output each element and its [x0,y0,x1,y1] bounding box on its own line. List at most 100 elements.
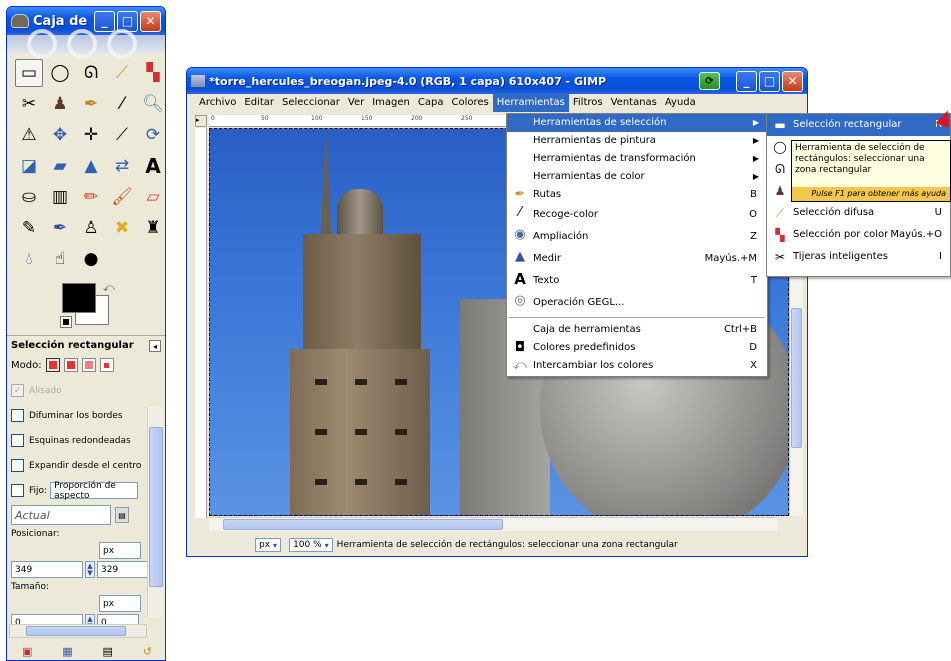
foreground-select-tool-icon[interactable]: ♟ [46,90,74,118]
perspective-clone-tool-icon[interactable]: ♜ [139,214,165,242]
select-by-color-tool-icon[interactable]: ▚ [139,59,165,87]
swap-colors-icon[interactable]: ⤺ [103,281,115,295]
smudge-tool-icon[interactable]: ☝ [46,245,74,273]
blend-tool-icon[interactable]: ▥ [46,183,74,211]
image-hscrollbar[interactable] [209,517,777,531]
free-select-tool-icon[interactable]: ᘏ [77,59,105,87]
rounded-corners-option[interactable]: Esquinas redondeadas [11,428,161,453]
zoom-select[interactable]: 100 % ▾ [289,538,333,552]
menu-item-text[interactable]: A Texto T [507,270,767,292]
menu-herramientas[interactable]: Herramientas [492,94,569,112]
feather-option[interactable]: Difuminar los bordes [11,403,161,428]
menu-item-color-tools[interactable]: Herramientas de color ▶ [507,168,767,186]
menu-item-swap-colors[interactable]: ⤺ Intercambiar los colores X [507,357,767,375]
img-close-button[interactable]: ✕ [782,70,803,92]
airbrush-tool-icon[interactable]: ✎ [15,214,43,242]
color-picker-tool-icon[interactable]: ⁄ [108,90,136,118]
menu-item-toolbox[interactable]: Caja de herramientas Ctrl+B [507,321,767,339]
expand-center-checkbox[interactable] [11,459,24,472]
mode-intersect-icon[interactable] [99,358,114,372]
menu-item-default-colors[interactable]: ◘ Colores predefinidos D [507,339,767,357]
flip-tool-icon[interactable]: ⇄ [108,152,136,180]
menu-ayuda[interactable]: Ayuda [661,94,700,112]
mode-add-icon[interactable] [63,358,78,372]
img-maximize-button[interactable]: □ [759,70,780,92]
position-x-field[interactable]: 349 [11,561,83,578]
align-tool-icon[interactable]: ✛ [77,121,105,149]
menu-item-gegl[interactable]: ◎ Operación GEGL... [507,292,767,314]
fuzzy-select-tool-icon[interactable]: ⟋ [108,59,136,87]
close-button[interactable]: ✕ [140,10,161,32]
restore-options-icon[interactable]: ◂ [149,340,161,352]
submenu-item-fuzzy-select[interactable]: ⟋ Selección difusa U [767,202,950,224]
foreground-color-swatch[interactable] [62,283,96,313]
menu-item-paint-tools[interactable]: Herramientas de pintura ▶ [507,132,767,150]
mode-subtract-icon[interactable] [81,358,96,372]
rounded-corners-checkbox[interactable] [11,434,24,447]
expand-center-option[interactable]: Expandir desde el centro [11,453,161,478]
ink-tool-icon[interactable]: ✒ [46,214,74,242]
menu-imagen[interactable]: Imagen [368,94,414,112]
green-app-icon[interactable]: ⟳ [699,72,720,90]
menu-item-paths[interactable]: ✒ Rutas B [507,186,767,204]
eraser-tool-icon[interactable]: ▱ [139,183,165,211]
delete-options-icon[interactable]: ▤ [103,645,113,658]
crop-tool-icon[interactable]: ⟋ [108,121,136,149]
menu-archivo[interactable]: Archivo [195,94,240,112]
scale-tool-icon[interactable]: ◪ [15,152,43,180]
restore-options-button-icon[interactable]: ▦ [62,645,72,658]
fixed-checkbox[interactable] [11,484,24,497]
menu-colores[interactable]: Colores [447,94,492,112]
submenu-item-color-select[interactable]: ▚ Selección por color Mayús.+O [767,224,950,246]
img-minimize-button[interactable]: _ [736,70,757,92]
ellipse-select-tool-icon[interactable]: ◯ [46,59,74,87]
move-tool-icon[interactable]: ✥ [46,121,74,149]
menu-item-selection-tools[interactable]: Herramientas de selección ▶ [507,114,767,132]
menu-capa[interactable]: Capa [414,94,448,112]
menu-editar[interactable]: Editar [240,94,278,112]
text-tool-icon[interactable]: A [139,152,165,180]
dodge-burn-tool-icon[interactable]: ● [77,245,105,273]
menu-item-zoom[interactable]: ◉ Ampliación Z [507,226,767,248]
position-unit-select[interactable]: px [99,542,141,559]
fixed-select[interactable]: Proporción de aspecto [50,481,139,501]
perspective-tool-icon[interactable]: ▲ [77,152,105,180]
scissors-tool-icon[interactable]: ✂ [15,90,43,118]
menu-seleccionar[interactable]: Seleccionar [278,94,344,112]
tool-options-hscrollbar[interactable] [9,624,147,638]
quick-mask-corner-icon[interactable]: ▸ [195,115,207,127]
paintbrush-tool-icon[interactable]: 🖌︎ [108,183,136,211]
vertical-ruler[interactable] [195,128,207,518]
menu-item-measure[interactable]: ▲ Medir Mayús.+M [507,248,767,270]
current-field[interactable]: Actual [11,505,111,525]
mode-replace-icon[interactable] [45,358,60,372]
unit-select[interactable]: px ▾ [255,538,282,552]
menu-item-transform-tools[interactable]: Herramientas de transformación ▶ [507,150,767,168]
antialias-checkbox[interactable]: ✓ [11,384,24,397]
bucket-fill-tool-icon[interactable]: ⛀ [15,183,43,211]
submenu-item-rect-select[interactable]: ▬ Selección rectangular R [767,114,950,136]
menu-filtros[interactable]: Filtros [569,94,607,112]
antialias-option[interactable]: ✓ Alisado [11,378,161,403]
minimize-button[interactable]: _ [94,10,115,32]
clear-icon[interactable]: ▤ [115,507,129,523]
position-y-field[interactable]: 329 [97,561,149,578]
reset-options-icon[interactable]: ↺ [143,645,152,658]
pencil-tool-icon[interactable]: ✏ [77,183,105,211]
submenu-item-scissors[interactable]: ✂ Tijeras inteligentes I [767,246,950,268]
wilber-drop-area[interactable] [7,29,165,59]
menu-item-color-picker[interactable]: ⁄ Recoge-color O [507,204,767,226]
default-colors-icon[interactable] [60,316,72,328]
paths-tool-icon[interactable]: ✒ [77,90,105,118]
image-titlebar[interactable]: *torre_hercules_breogan.jpeg-4.0 (RGB, 1… [187,68,807,94]
tool-options-scrollbar[interactable] [147,407,163,617]
clone-tool-icon[interactable]: ♙ [77,214,105,242]
heal-tool-icon[interactable]: ✖ [108,214,136,242]
blur-tool-icon[interactable]: 💧︎ [15,245,43,273]
feather-checkbox[interactable] [11,409,24,422]
save-options-icon[interactable]: ▣ [22,645,32,658]
menu-ver[interactable]: Ver [344,94,368,112]
rotate-tool-icon[interactable]: ⟳ [139,121,165,149]
shear-tool-icon[interactable]: ▰ [46,152,74,180]
size-unit-select[interactable]: px [99,595,141,612]
